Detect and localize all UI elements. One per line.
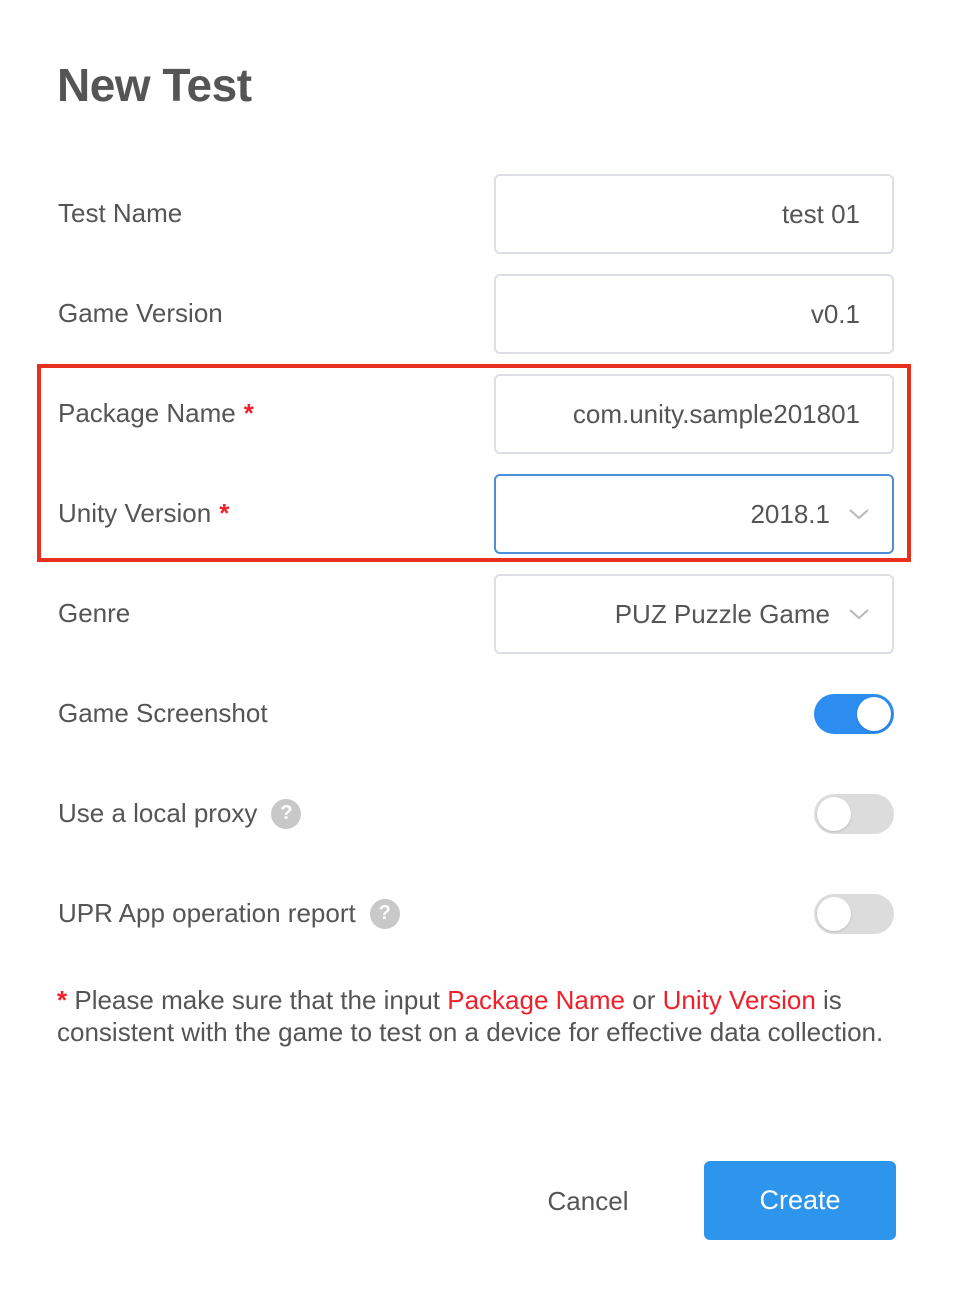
unity-version-select[interactable]: 2018.1 xyxy=(494,474,894,554)
test-name-input[interactable]: test 01 xyxy=(494,174,894,254)
genre-label-text: Genre xyxy=(58,598,131,628)
package-name-label: Package Name * xyxy=(58,398,254,429)
test-name-label: Test Name xyxy=(58,198,182,229)
unity-version-label-text: Unity Version xyxy=(58,498,212,528)
game-screenshot-label-text: Game Screenshot xyxy=(58,698,268,728)
local-proxy-label: Use a local proxy ? xyxy=(58,798,302,829)
upr-report-label-text: UPR App operation report xyxy=(58,898,356,928)
game-version-value: v0.1 xyxy=(810,298,860,329)
consistency-note: * Please make sure that the input Packag… xyxy=(57,984,907,1048)
package-name-input[interactable]: com.unity.sample201801 xyxy=(494,374,894,454)
create-button[interactable]: Create xyxy=(704,1161,896,1240)
game-version-label-text: Game Version xyxy=(58,298,223,328)
note-text-1: Please make sure that the input xyxy=(67,985,448,1015)
local-proxy-toggle[interactable] xyxy=(814,794,894,834)
genre-value: PUZ Puzzle Game xyxy=(614,598,830,629)
chevron-down-icon xyxy=(848,603,870,625)
test-name-label-text: Test Name xyxy=(58,198,183,228)
note-unity-version: Unity Version xyxy=(662,985,816,1015)
help-icon[interactable]: ? xyxy=(271,798,302,829)
genre-label: Genre xyxy=(58,598,130,629)
game-screenshot-label: Game Screenshot xyxy=(58,698,268,729)
unity-version-value: 2018.1 xyxy=(750,498,830,529)
note-required-mark: * xyxy=(57,985,68,1015)
note-text-2: or xyxy=(625,985,663,1015)
game-screenshot-toggle[interactable] xyxy=(814,694,894,734)
upr-report-label: UPR App operation report ? xyxy=(58,898,400,929)
cancel-button[interactable]: Cancel xyxy=(520,1162,656,1240)
package-name-value: com.unity.sample201801 xyxy=(572,398,860,429)
genre-select[interactable]: PUZ Puzzle Game xyxy=(494,574,894,654)
toggle-knob xyxy=(817,797,851,831)
chevron-down-icon xyxy=(848,503,870,525)
toggle-knob xyxy=(857,697,891,731)
toggle-knob xyxy=(817,897,851,931)
upr-report-toggle[interactable] xyxy=(814,894,894,934)
note-package-name: Package Name xyxy=(447,985,626,1015)
dialog-title: New Test xyxy=(57,59,252,111)
unity-version-label: Unity Version * xyxy=(58,498,229,529)
package-name-label-text: Package Name xyxy=(58,398,236,428)
game-version-label: Game Version xyxy=(58,298,223,329)
package-name-required-mark: * xyxy=(243,398,254,428)
game-version-input[interactable]: v0.1 xyxy=(494,274,894,354)
unity-version-required-mark: * xyxy=(219,498,230,528)
local-proxy-label-text: Use a local proxy xyxy=(58,798,258,828)
test-name-value: test 01 xyxy=(781,198,860,229)
help-icon[interactable]: ? xyxy=(369,898,400,929)
